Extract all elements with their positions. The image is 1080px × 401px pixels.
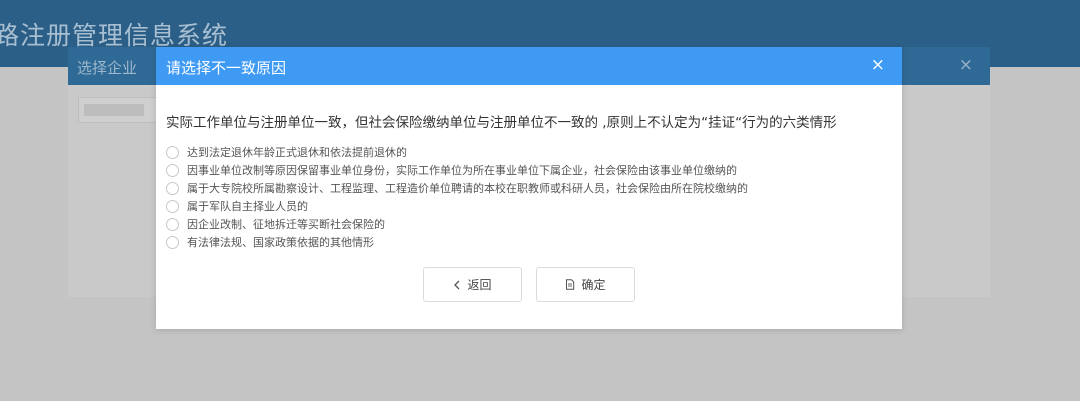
back-button[interactable]: 返回	[423, 267, 522, 302]
radio-button[interactable]	[166, 217, 179, 231]
dialog-title: 请选择不一致原因	[166, 59, 287, 77]
reason-dialog: 请选择不一致原因 × 实际工作单位与注册单位一致，但社会保险缴纳单位与注册单位不…	[156, 47, 902, 329]
reason-option-label: 有法律法规、国家政策依据的其他情形	[187, 236, 374, 249]
reason-option[interactable]: 因企业改制、征地拆迁等买断社会保险的	[166, 215, 892, 233]
blurred-text	[84, 104, 144, 116]
background-close-icon: ×	[958, 55, 973, 75]
radio-button[interactable]	[166, 199, 179, 213]
reason-option-label: 属于大专院校所属勘察设计、工程监理、工程造价单位聘请的本校在职教师或科研人员，社…	[187, 182, 748, 195]
dialog-description: 实际工作单位与注册单位一致，但社会保险缴纳单位与注册单位不一致的 ,原则上不认定…	[166, 115, 837, 131]
dialog-header: 请选择不一致原因 ×	[156, 47, 902, 85]
radio-button[interactable]	[166, 181, 179, 195]
reason-option[interactable]: 达到法定退休年龄正式退休和依法提前退休的	[166, 143, 892, 161]
radio-button[interactable]	[166, 145, 179, 159]
back-button-label: 返回	[467, 278, 492, 292]
page: 路注册管理信息系统 选择企业 × 请选择不一致原因 × 实际工作单位与注册单位一…	[0, 0, 1080, 401]
confirm-button[interactable]: 确定	[536, 267, 635, 302]
document-icon	[565, 279, 575, 290]
reason-option[interactable]: 因事业单位改制等原因保留事业单位身份，实际工作单位为所在事业单位下属企业，社会保…	[166, 161, 892, 179]
chevron-left-icon	[453, 280, 461, 290]
reason-option-label: 达到法定退休年龄正式退休和依法提前退休的	[187, 146, 407, 159]
reason-radio-group: 达到法定退休年龄正式退休和依法提前退休的 因事业单位改制等原因保留事业单位身份，…	[166, 143, 892, 251]
reason-option[interactable]: 有法律法规、国家政策依据的其他情形	[166, 233, 892, 251]
reason-option-label: 因事业单位改制等原因保留事业单位身份，实际工作单位为所在事业单位下属企业，社会保…	[187, 164, 737, 177]
reason-option-label: 因企业改制、征地拆迁等买断社会保险的	[187, 218, 385, 231]
radio-button[interactable]	[166, 235, 179, 249]
confirm-button-label: 确定	[581, 278, 606, 292]
background-dialog-title: 选择企业	[77, 59, 138, 77]
reason-option[interactable]: 属于军队自主择业人员的	[166, 197, 892, 215]
radio-button[interactable]	[166, 163, 179, 177]
reason-option[interactable]: 属于大专院校所属勘察设计、工程监理、工程造价单位聘请的本校在职教师或科研人员，社…	[166, 179, 892, 197]
reason-option-label: 属于军队自主择业人员的	[187, 200, 308, 213]
close-icon[interactable]: ×	[871, 55, 885, 75]
